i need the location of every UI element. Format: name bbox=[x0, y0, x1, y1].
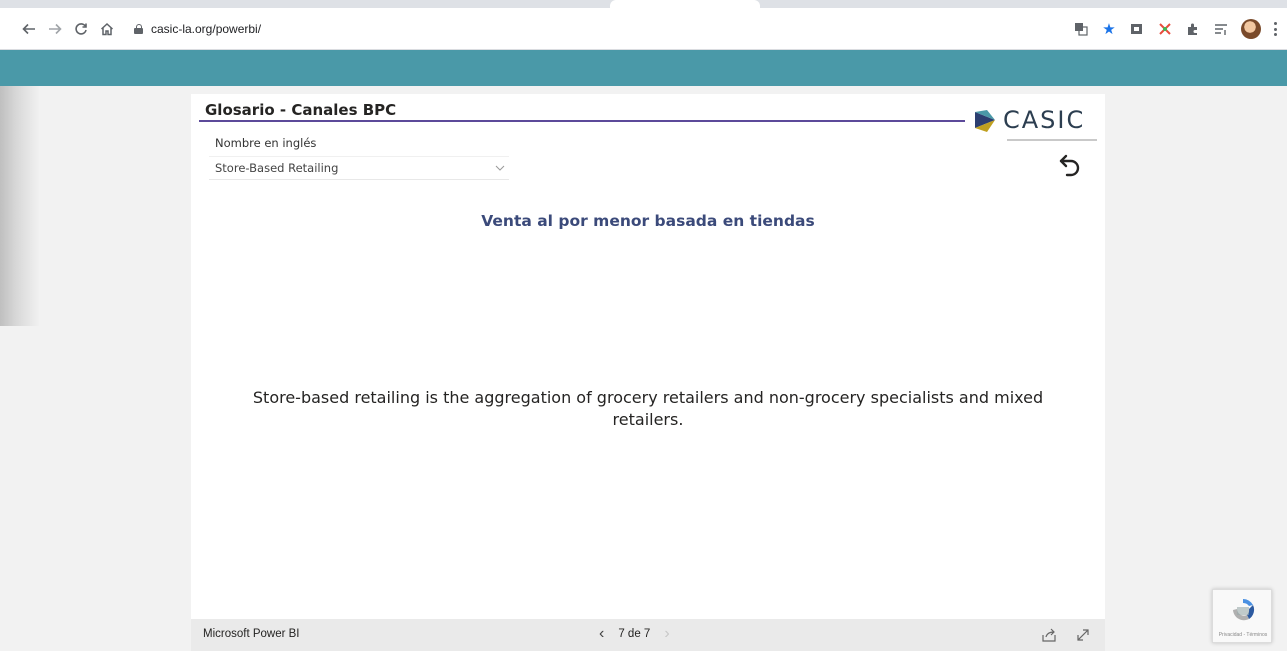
previous-page-icon[interactable]: ‹ bbox=[599, 625, 604, 643]
dropdown-value: Store-Based Retailing bbox=[215, 161, 339, 175]
recaptcha-badge[interactable]: Privacidad - Términos bbox=[1212, 589, 1272, 643]
next-page-icon[interactable]: › bbox=[664, 625, 669, 643]
reading-list-icon[interactable] bbox=[1213, 21, 1229, 37]
recaptcha-terms[interactable]: Privacidad - Términos bbox=[1213, 632, 1273, 638]
term-heading: Venta al por menor basada en tiendas bbox=[481, 212, 815, 230]
logo-text: CASIC bbox=[1003, 106, 1086, 134]
lock-icon bbox=[134, 23, 143, 34]
puzzle-icon[interactable] bbox=[1185, 21, 1201, 37]
url-text: casic-la.org/powerbi/ bbox=[151, 21, 262, 36]
menu-kebab-icon[interactable] bbox=[1273, 22, 1277, 36]
extensions-area: ★ bbox=[1073, 8, 1287, 50]
address-bar[interactable]: casic-la.org/powerbi/ bbox=[134, 15, 1014, 43]
share-icon[interactable] bbox=[1041, 627, 1057, 643]
reload-icon[interactable] bbox=[68, 16, 94, 42]
home-icon[interactable] bbox=[94, 16, 120, 42]
powerbi-footer: Microsoft Power BI ‹ 7 de 7 › bbox=[191, 619, 1105, 651]
active-tab[interactable] bbox=[610, 0, 760, 8]
profile-avatar[interactable] bbox=[1241, 19, 1261, 39]
forward-arrow-icon[interactable] bbox=[42, 16, 68, 42]
bookmark-star-icon[interactable]: ★ bbox=[1101, 21, 1117, 38]
page-navigation: ‹ 7 de 7 › bbox=[599, 625, 670, 643]
powerbi-brand-link[interactable]: Microsoft Power BI bbox=[203, 628, 300, 640]
translate-icon[interactable] bbox=[1073, 21, 1089, 37]
slicer-label: Nombre en inglés bbox=[215, 136, 317, 150]
casic-logo-mark-icon bbox=[975, 110, 995, 132]
left-shadow bbox=[0, 86, 40, 326]
chevron-down-icon bbox=[495, 165, 505, 171]
extension-icon[interactable] bbox=[1129, 21, 1145, 37]
page-indicator: 7 de 7 bbox=[618, 628, 651, 640]
powerbi-report-canvas: Glosario - Canales BPC CASIC Nombre en i… bbox=[191, 94, 1105, 619]
logo-tagline bbox=[1007, 139, 1097, 141]
casic-logo: CASIC bbox=[973, 102, 1099, 146]
color-extension-icon[interactable] bbox=[1157, 21, 1173, 37]
fullscreen-icon[interactable] bbox=[1075, 627, 1091, 643]
site-header-bar bbox=[0, 50, 1287, 86]
english-name-dropdown[interactable]: Store-Based Retailing bbox=[209, 156, 509, 180]
recaptcha-icon bbox=[1233, 598, 1255, 621]
term-description: Store-based retailing is the aggregation… bbox=[252, 388, 1044, 429]
back-navigation-icon[interactable] bbox=[1057, 152, 1083, 180]
report-title: Glosario - Canales BPC bbox=[205, 101, 397, 119]
back-arrow-icon[interactable] bbox=[16, 16, 42, 42]
title-underline bbox=[199, 120, 965, 122]
